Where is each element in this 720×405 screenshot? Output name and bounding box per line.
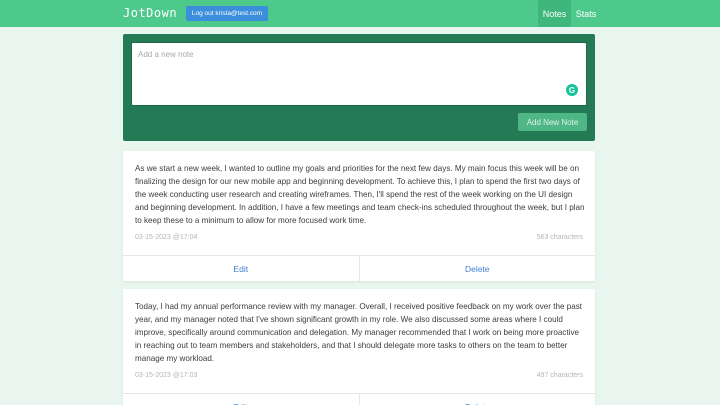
note-actions: Edit Delete [123,255,595,281]
grammarly-icon[interactable]: G [566,84,578,96]
logout-button[interactable]: Log out krista@test.com [186,6,268,21]
add-note-button[interactable]: Add New Note [518,113,587,131]
note-timestamp: 03-15-2023 @17:04 [135,234,198,241]
brand-logo[interactable]: JotDown [123,6,177,20]
note-body: Today, I had my annual performance revie… [135,302,583,363]
edit-button[interactable]: Edit [123,256,360,281]
note-meta: 03-15-2023 @17:04 563 characters [135,234,583,241]
navbar: JotDown Log out krista@test.com Notes St… [0,0,720,27]
new-note-form: G Add New Note [123,34,595,141]
note-actions: Edit Delete [123,393,595,405]
delete-button[interactable]: Delete [360,256,596,281]
delete-button[interactable]: Delete [360,394,596,405]
note-card: Today, I had my annual performance revie… [123,289,595,405]
note-card: As we start a new week, I wanted to outl… [123,151,595,281]
nav-link-stats[interactable]: Stats [571,0,601,27]
new-note-input[interactable] [131,42,587,106]
note-char-count: 563 characters [536,234,583,241]
note-timestamp: 03-15-2023 @17:03 [135,372,198,379]
note-body: As we start a new week, I wanted to outl… [135,164,585,225]
note-char-count: 497 characters [536,372,583,379]
nav-link-notes[interactable]: Notes [538,0,571,27]
edit-button[interactable]: Edit [123,394,360,405]
note-meta: 03-15-2023 @17:03 497 characters [135,372,583,379]
